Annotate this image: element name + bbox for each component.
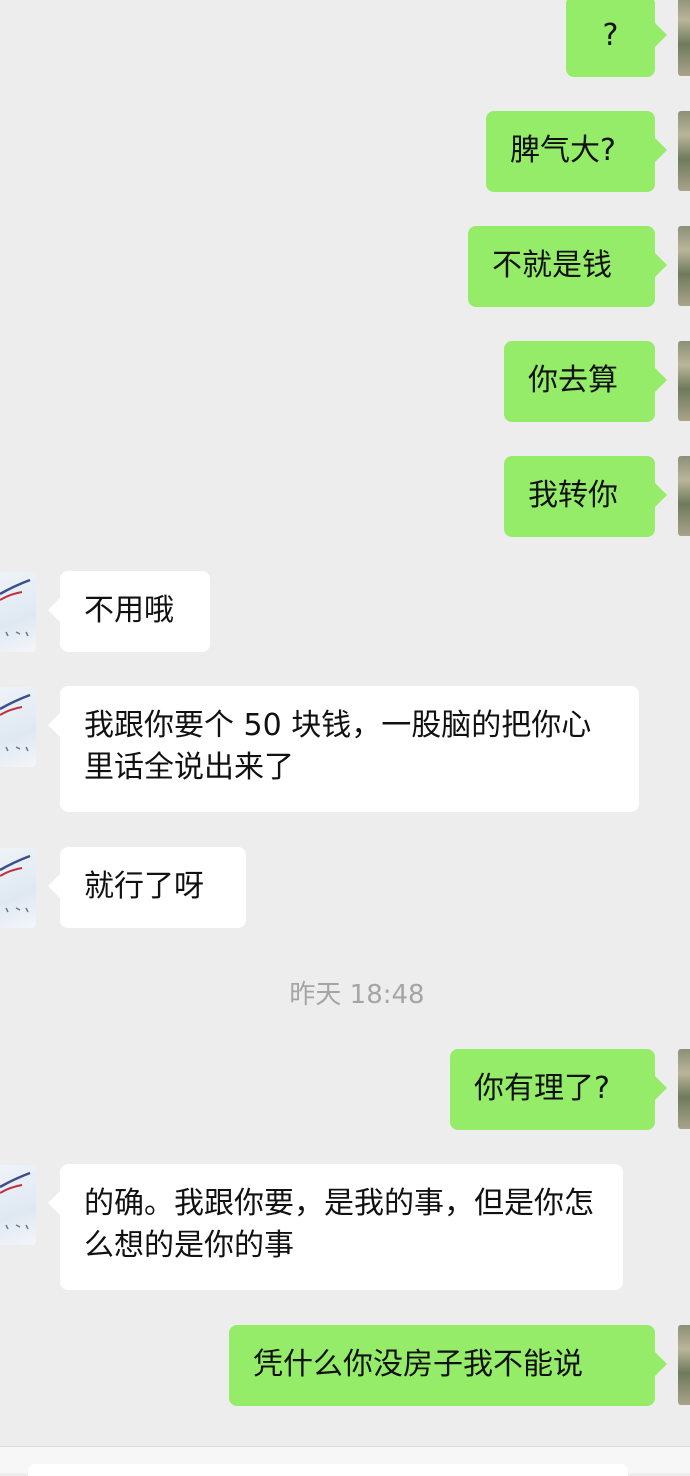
message-text: 我转你 (528, 478, 618, 513)
my-avatar[interactable] (678, 0, 690, 76)
contact-avatar-image (0, 693, 31, 752)
contact-avatar[interactable] (0, 572, 36, 652)
contact-avatar-image (0, 854, 31, 913)
message-text: 的确。我跟你要，是我的事，但是你怎么想的是你的事 (84, 1186, 594, 1263)
my-message-bubble[interactable]: 你去算 (504, 341, 667, 422)
contact-avatar[interactable] (0, 1165, 36, 1245)
my-message-bubble[interactable]: 脾气大? (486, 111, 667, 192)
message-text: 你有理了? (474, 1071, 610, 1106)
contact-avatar[interactable] (0, 848, 36, 928)
message-text: 就行了呀 (84, 869, 204, 904)
my-message-bubble[interactable]: 凭什么你没房子我不能说 (229, 1325, 667, 1406)
message-text: 你去算 (528, 363, 618, 398)
my-avatar[interactable] (678, 111, 690, 191)
contact-message-bubble[interactable]: 就行了呀 (48, 847, 246, 928)
message-text: 我跟你要个 50 块钱，一股脑的把你心里话全说出来了 (84, 708, 592, 785)
my-avatar[interactable] (678, 456, 690, 536)
message-text: 不就是钱 (492, 248, 612, 283)
my-message-bubble[interactable]: ? (566, 0, 667, 77)
contact-avatar[interactable] (0, 687, 36, 767)
my-avatar[interactable] (678, 341, 690, 421)
message-text: 不用哦 (84, 593, 174, 628)
contact-avatar-image (0, 578, 31, 637)
my-avatar[interactable] (678, 1325, 690, 1405)
chat-timestamp: 昨天 18:48 (289, 980, 425, 1010)
my-message-bubble[interactable]: 你有理了? (450, 1049, 667, 1130)
my-avatar[interactable] (678, 226, 690, 306)
contact-message-bubble[interactable]: 不用哦 (48, 571, 210, 652)
my-avatar[interactable] (678, 1049, 690, 1129)
contact-message-bubble[interactable]: 的确。我跟你要，是我的事，但是你怎么想的是你的事 (48, 1164, 623, 1290)
my-message-bubble[interactable]: 我转你 (504, 456, 667, 537)
my-message-bubble[interactable]: 不就是钱 (468, 226, 667, 307)
contact-message-bubble[interactable]: 我跟你要个 50 块钱，一股脑的把你心里话全说出来了 (48, 686, 639, 812)
message-text: 脾气大? (510, 133, 616, 168)
contact-avatar-image (0, 1171, 31, 1230)
message-text: 凭什么你没房子我不能说 (253, 1347, 583, 1382)
message-text: ? (602, 18, 619, 53)
message-input[interactable] (28, 1464, 628, 1476)
